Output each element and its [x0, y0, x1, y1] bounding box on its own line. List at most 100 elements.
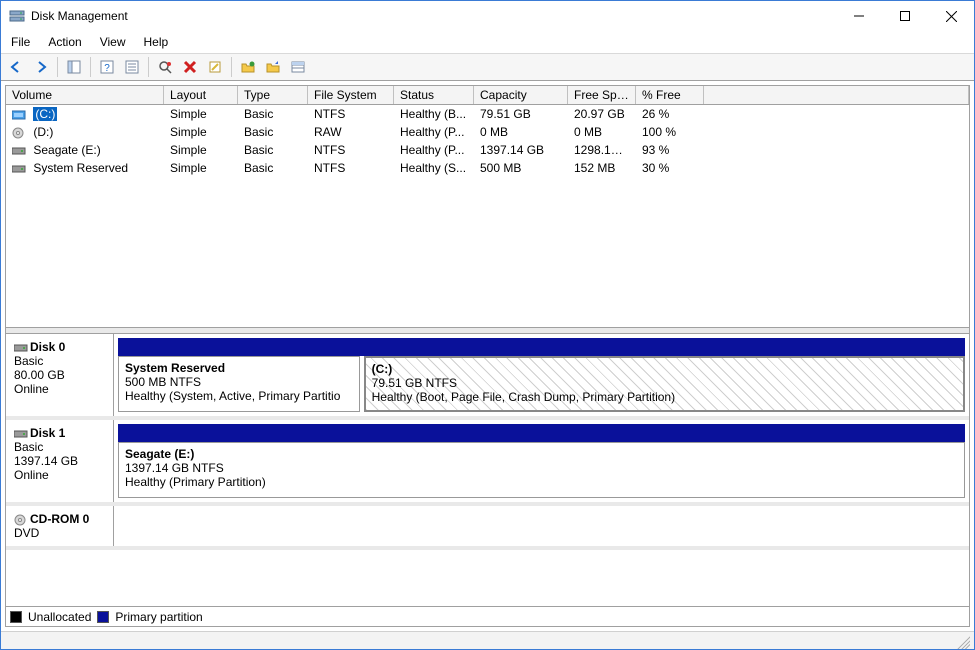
partition-size: 1397.14 GB NTFS	[125, 461, 958, 475]
minimize-button[interactable]	[836, 1, 882, 31]
menu-action[interactable]: Action	[48, 35, 81, 49]
resize-grip[interactable]	[954, 633, 970, 649]
volume-name: System Reserved	[33, 161, 128, 175]
close-button[interactable]	[928, 1, 974, 31]
col-capacity[interactable]: Capacity	[474, 86, 568, 104]
cell-capacity: 0 MB	[474, 123, 568, 141]
disk-title: Disk 0	[30, 340, 65, 354]
volume-name: Seagate (E:)	[33, 143, 100, 157]
cell-status: Healthy (P...	[394, 123, 474, 141]
col-pctfree[interactable]: % Free	[636, 86, 704, 104]
titlebar: Disk Management	[1, 1, 974, 31]
disk-title: Disk 1	[30, 426, 65, 440]
volume-name: (D:)	[33, 125, 53, 139]
cell-pct: 100 %	[636, 123, 704, 141]
partition-status: Healthy (Primary Partition)	[125, 475, 958, 489]
cell-layout: Simple	[164, 159, 238, 177]
cell-pct: 30 %	[636, 159, 704, 177]
cell-pct: 26 %	[636, 105, 704, 123]
cell-fs: NTFS	[308, 159, 394, 177]
col-status[interactable]: Status	[394, 86, 474, 104]
cell-free: 20.97 GB	[568, 105, 636, 123]
menu-file[interactable]: File	[11, 35, 30, 49]
volume-icon	[12, 127, 28, 139]
volume-row[interactable]: (C:)SimpleBasicNTFSHealthy (B...79.51 GB…	[6, 105, 969, 123]
col-spacer	[704, 86, 969, 104]
back-icon[interactable]	[5, 56, 27, 78]
cell-fs: RAW	[308, 123, 394, 141]
menu-help[interactable]: Help	[144, 35, 169, 49]
console-tree-icon[interactable]	[63, 56, 85, 78]
cell-layout: Simple	[164, 123, 238, 141]
col-volume[interactable]: Volume	[6, 86, 164, 104]
window-controls	[836, 1, 974, 31]
partition-status: Healthy (System, Active, Primary Partiti…	[125, 389, 353, 403]
cell-capacity: 1397.14 GB	[474, 141, 568, 159]
disk-row: CD-ROM 0DVD	[6, 506, 969, 550]
col-free[interactable]: Free Spa...	[568, 86, 636, 104]
new-folder-icon[interactable]	[237, 56, 259, 78]
legend-swatch-unallocated	[10, 611, 22, 623]
volume-row[interactable]: Seagate (E:) SimpleBasicNTFSHealthy (P...…	[6, 141, 969, 159]
disk-icon	[14, 428, 28, 440]
disk-partitions	[114, 506, 969, 546]
forward-icon[interactable]	[30, 56, 52, 78]
volume-rows[interactable]: (C:)SimpleBasicNTFSHealthy (B...79.51 GB…	[6, 105, 969, 327]
cell-status: Healthy (P...	[394, 141, 474, 159]
disk-icon	[14, 514, 28, 526]
partition-name: System Reserved	[125, 361, 225, 375]
cell-fs: NTFS	[308, 105, 394, 123]
toolbar-separator	[231, 57, 232, 77]
cell-capacity: 500 MB	[474, 159, 568, 177]
volume-row[interactable]: (D:)SimpleBasicRAWHealthy (P...0 MB0 MB1…	[6, 123, 969, 141]
disk-icon	[14, 342, 28, 354]
partition-body: System Reserved500 MB NTFSHealthy (Syste…	[118, 356, 965, 412]
disk-map-scroll[interactable]: Disk 0Basic80.00 GBOnlineSystem Reserved…	[6, 334, 969, 606]
col-type[interactable]: Type	[238, 86, 308, 104]
disk-row: Disk 0Basic80.00 GBOnlineSystem Reserved…	[6, 334, 969, 420]
cell-layout: Simple	[164, 141, 238, 159]
cell-status: Healthy (S...	[394, 159, 474, 177]
disk-management-window: Disk Management File Action View Help ? …	[0, 0, 975, 650]
list-view-icon[interactable]	[287, 56, 309, 78]
window-title: Disk Management	[31, 9, 128, 23]
cell-layout: Simple	[164, 105, 238, 123]
disk-info[interactable]: Disk 0Basic80.00 GBOnline	[6, 334, 114, 416]
cell-type: Basic	[238, 123, 308, 141]
volume-list-header: Volume Layout Type File System Status Ca…	[6, 86, 969, 105]
disk-info[interactable]: Disk 1Basic1397.14 GBOnline	[6, 420, 114, 502]
disk-info[interactable]: CD-ROM 0DVD	[6, 506, 114, 546]
volume-icon	[12, 163, 28, 175]
disk-state: Online	[14, 382, 105, 396]
cell-status: Healthy (B...	[394, 105, 474, 123]
cell-fs: NTFS	[308, 141, 394, 159]
cell-type: Basic	[238, 141, 308, 159]
cell-free: 1298.15 ...	[568, 141, 636, 159]
partition[interactable]: System Reserved500 MB NTFSHealthy (Syste…	[118, 356, 360, 412]
svg-text:?: ?	[104, 63, 110, 74]
properties-icon[interactable]	[121, 56, 143, 78]
legend-primary-label: Primary partition	[115, 610, 202, 624]
partition[interactable]: (C:)79.51 GB NTFSHealthy (Boot, Page Fil…	[364, 356, 965, 412]
partition-header-bar	[118, 424, 965, 442]
partition-size: 79.51 GB NTFS	[372, 376, 957, 390]
find-icon[interactable]	[154, 56, 176, 78]
partition[interactable]: Seagate (E:)1397.14 GB NTFSHealthy (Prim…	[118, 442, 965, 498]
volume-row[interactable]: System ReservedSimpleBasicNTFSHealthy (S…	[6, 159, 969, 177]
partition-header-bar	[118, 338, 965, 356]
help-icon[interactable]: ?	[96, 56, 118, 78]
col-layout[interactable]: Layout	[164, 86, 238, 104]
app-disk-icon	[9, 8, 25, 24]
content-area: Volume Layout Type File System Status Ca…	[5, 85, 970, 627]
partition-body: Seagate (E:)1397.14 GB NTFSHealthy (Prim…	[118, 442, 965, 498]
cell-type: Basic	[238, 105, 308, 123]
partition-size: 500 MB NTFS	[125, 375, 353, 389]
disk-type: DVD	[14, 526, 105, 540]
volume-name: (C:)	[33, 107, 57, 121]
delete-icon[interactable]	[179, 56, 201, 78]
col-filesystem[interactable]: File System	[308, 86, 394, 104]
menu-view[interactable]: View	[100, 35, 126, 49]
edit-icon[interactable]	[204, 56, 226, 78]
maximize-button[interactable]	[882, 1, 928, 31]
folder-action-icon[interactable]	[262, 56, 284, 78]
